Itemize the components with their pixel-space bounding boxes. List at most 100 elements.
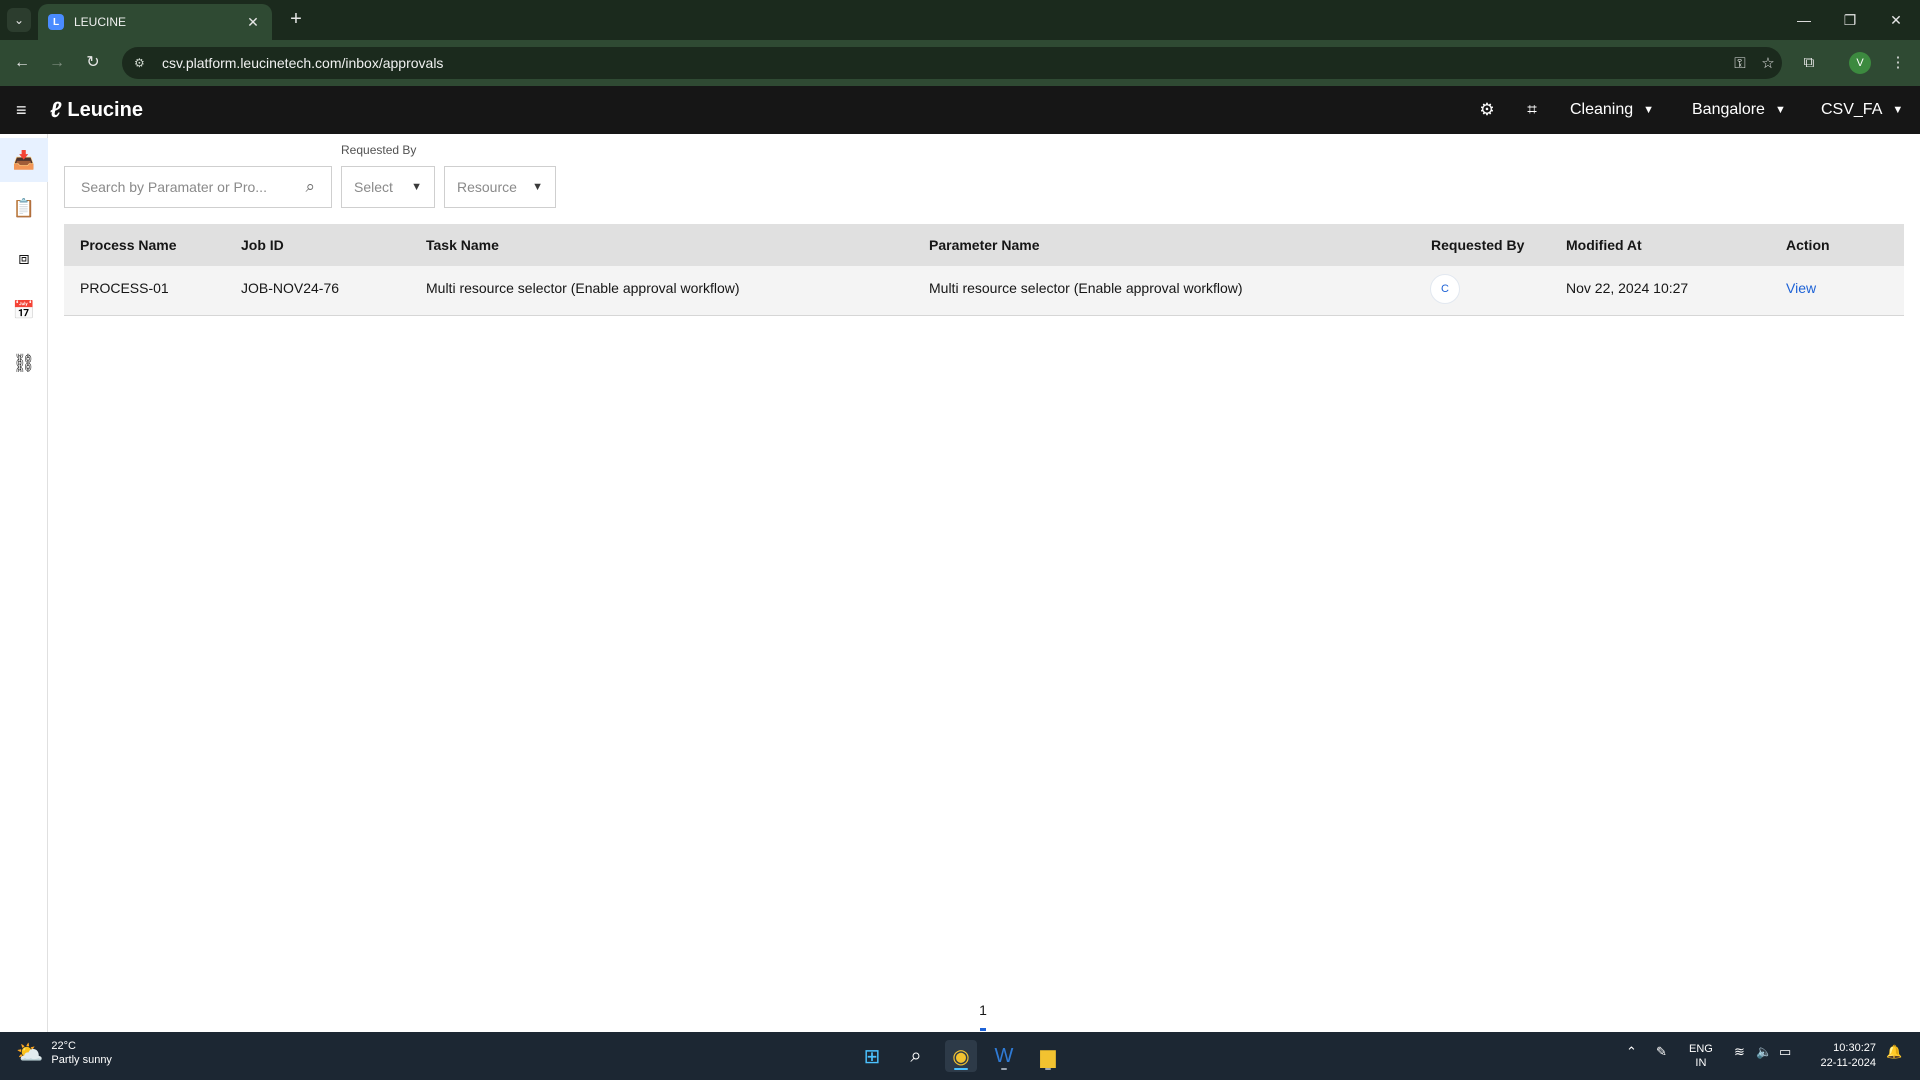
- nav-inbox-icon[interactable]: 📥: [0, 138, 48, 182]
- notification-pen-icon[interactable]: ✎: [1656, 1044, 1667, 1060]
- nav-ontology-icon[interactable]: ⧈: [0, 236, 48, 280]
- bookmark-star-icon[interactable]: ☆: [1754, 54, 1782, 72]
- resource-value: Resource: [457, 179, 517, 195]
- column-header: Modified At: [1566, 237, 1642, 253]
- browser-tab[interactable]: L LEUCINE ✕: [38, 4, 272, 40]
- new-tab-icon[interactable]: +: [284, 8, 308, 32]
- browser-menu-icon[interactable]: ⋮: [1886, 51, 1910, 75]
- task-name-cell: Multi resource selector (Enable approval…: [426, 280, 740, 296]
- column-header: Action: [1786, 237, 1830, 253]
- wifi-icon[interactable]: ≋: [1734, 1044, 1745, 1060]
- weather-widget[interactable]: ⛅ 22°C Partly sunny: [16, 1040, 112, 1066]
- scan-qr-icon[interactable]: ⌗: [1520, 98, 1544, 122]
- reload-icon[interactable]: ↻: [81, 51, 105, 75]
- use-case-selector[interactable]: Cleaning ▼: [1570, 98, 1654, 122]
- extensions-icon[interactable]: ⧉: [1797, 51, 1821, 75]
- requester-avatar[interactable]: C: [1430, 274, 1460, 304]
- pagination-active-indicator: [980, 1028, 986, 1031]
- column-header: Job ID: [241, 237, 284, 253]
- address-bar[interactable]: ⚙ csv.platform.leucinetech.com/inbox/app…: [122, 47, 1782, 79]
- column-header: Task Name: [426, 237, 499, 253]
- leucine-logo-icon: ℓ: [50, 97, 62, 122]
- clock-date: 22-11-2024: [1820, 1057, 1876, 1069]
- brand-name: Leucine: [67, 98, 143, 121]
- weather-description: Partly sunny: [51, 1054, 112, 1066]
- minimize-icon[interactable]: —: [1781, 6, 1827, 34]
- parameter-name-cell: Multi resource selector (Enable approval…: [929, 280, 1243, 296]
- browser-tab-strip: ⌄ L LEUCINE ✕ + — ❐ ✕: [0, 0, 1920, 40]
- restore-icon[interactable]: ❐: [1827, 6, 1873, 34]
- process-name-cell: PROCESS-01: [80, 280, 169, 296]
- windows-start-icon[interactable]: ⊞: [856, 1040, 888, 1072]
- requested-by-cell: C: [1415, 266, 1550, 304]
- facility-selector[interactable]: Bangalore ▼: [1692, 98, 1786, 122]
- language-code: ENG: [1689, 1043, 1713, 1055]
- active-app-indicator: [954, 1068, 968, 1070]
- hamburger-menu-icon[interactable]: ≡: [16, 100, 36, 120]
- facility-label: Bangalore: [1692, 101, 1765, 118]
- chevron-down-icon: ▼: [411, 181, 422, 193]
- view-link[interactable]: View: [1786, 280, 1816, 296]
- column-header: Requested By: [1431, 237, 1525, 253]
- site-info-icon[interactable]: ⚙: [134, 56, 152, 70]
- leucine-favicon-icon: L: [48, 14, 64, 30]
- search-icon[interactable]: ⌕: [305, 177, 315, 197]
- requested-by-select[interactable]: Select ▼: [341, 166, 435, 208]
- url-text[interactable]: csv.platform.leucinetech.com/inbox/appro…: [162, 55, 1726, 71]
- password-key-icon[interactable]: ⚿: [1726, 55, 1754, 72]
- pagination-page[interactable]: 1: [975, 1002, 991, 1018]
- resource-select[interactable]: Resource ▼: [444, 166, 556, 208]
- clock-time: 10:30:27: [1833, 1042, 1876, 1054]
- nav-hierarchy-icon[interactable]: ⛓: [0, 341, 48, 385]
- chevron-down-icon: ▼: [532, 181, 543, 193]
- chrome-app-icon[interactable]: ◉: [945, 1040, 977, 1072]
- profile-avatar[interactable]: V: [1849, 52, 1871, 74]
- settings-gear-icon[interactable]: ⚙: [1475, 98, 1499, 122]
- table-row: PROCESS-01 JOB-NOV24-76 Multi resource s…: [64, 266, 1904, 316]
- language-region: IN: [1695, 1057, 1707, 1069]
- browser-toolbar: ← → ↻ ⚙ csv.platform.leucinetech.com/inb…: [0, 40, 1920, 86]
- use-case-label: Cleaning: [1570, 101, 1634, 118]
- approvals-table: Process Name Job ID Task Name Parameter …: [64, 224, 1904, 316]
- nav-calendar-icon[interactable]: 📅: [0, 288, 48, 332]
- notifications-bell-icon[interactable]: 🔔: [1886, 1044, 1902, 1060]
- forward-icon[interactable]: →: [45, 51, 69, 75]
- show-hidden-icons-icon[interactable]: ⌃: [1626, 1044, 1637, 1060]
- action-cell: View: [1770, 266, 1904, 296]
- partly-sunny-icon: ⛅: [16, 1040, 44, 1065]
- tab-title: LEUCINE: [74, 15, 127, 29]
- system-clock[interactable]: 10:30:27 22-11-2024: [1808, 1041, 1876, 1071]
- job-id-cell: JOB-NOV24-76: [241, 280, 340, 296]
- file-explorer-icon[interactable]: ▆: [1032, 1040, 1064, 1072]
- leucine-logo[interactable]: ℓ Leucine: [50, 97, 143, 122]
- modified-at-cell: Nov 22, 2024 10:27: [1566, 280, 1689, 296]
- word-app-icon[interactable]: W: [988, 1040, 1020, 1072]
- user-menu[interactable]: CSV_FA ▼: [1821, 98, 1903, 122]
- chevron-down-icon: ▼: [1774, 104, 1786, 116]
- weather-temperature: 22°C: [51, 1040, 76, 1052]
- search-placeholder: Search by Paramater or Pro...: [81, 179, 267, 195]
- language-indicator[interactable]: ENG IN: [1689, 1042, 1713, 1070]
- close-tab-icon[interactable]: ✕: [244, 14, 262, 31]
- back-icon[interactable]: ←: [10, 51, 34, 75]
- app-header: ≡ ℓ Leucine ⚙ ⌗ Cleaning ▼ Bangalore ▼ C…: [0, 86, 1920, 134]
- chevron-down-icon: ▼: [1892, 104, 1904, 116]
- requested-by-value: Select: [354, 179, 393, 195]
- running-app-indicator: [1001, 1068, 1007, 1070]
- nav-jobs-clipboard-icon[interactable]: 📋: [0, 186, 48, 230]
- close-window-icon[interactable]: ✕: [1873, 6, 1919, 34]
- column-header: Process Name: [80, 237, 177, 253]
- taskbar-search-icon[interactable]: ⌕: [900, 1040, 932, 1072]
- search-input[interactable]: Search by Paramater or Pro... ⌕: [64, 166, 332, 208]
- table-header: Process Name Job ID Task Name Parameter …: [64, 224, 1904, 266]
- windows-taskbar: ⛅ 22°C Partly sunny ⊞ ⌕ ◉ W ▆ ⌃ ✎ ENG IN…: [0, 1032, 1920, 1080]
- running-app-indicator: [1045, 1068, 1051, 1070]
- volume-icon[interactable]: 🔈: [1756, 1044, 1772, 1060]
- side-navigation: 📥 📋 ⧈ 📅 ⛓: [0, 134, 48, 1032]
- column-header: Parameter Name: [929, 237, 1040, 253]
- battery-icon[interactable]: ▭: [1779, 1044, 1791, 1060]
- user-name: CSV_FA: [1821, 101, 1883, 118]
- tab-search-icon[interactable]: ⌄: [7, 8, 31, 32]
- requested-by-label: Requested By: [341, 143, 417, 157]
- chevron-down-icon: ▼: [1643, 104, 1655, 116]
